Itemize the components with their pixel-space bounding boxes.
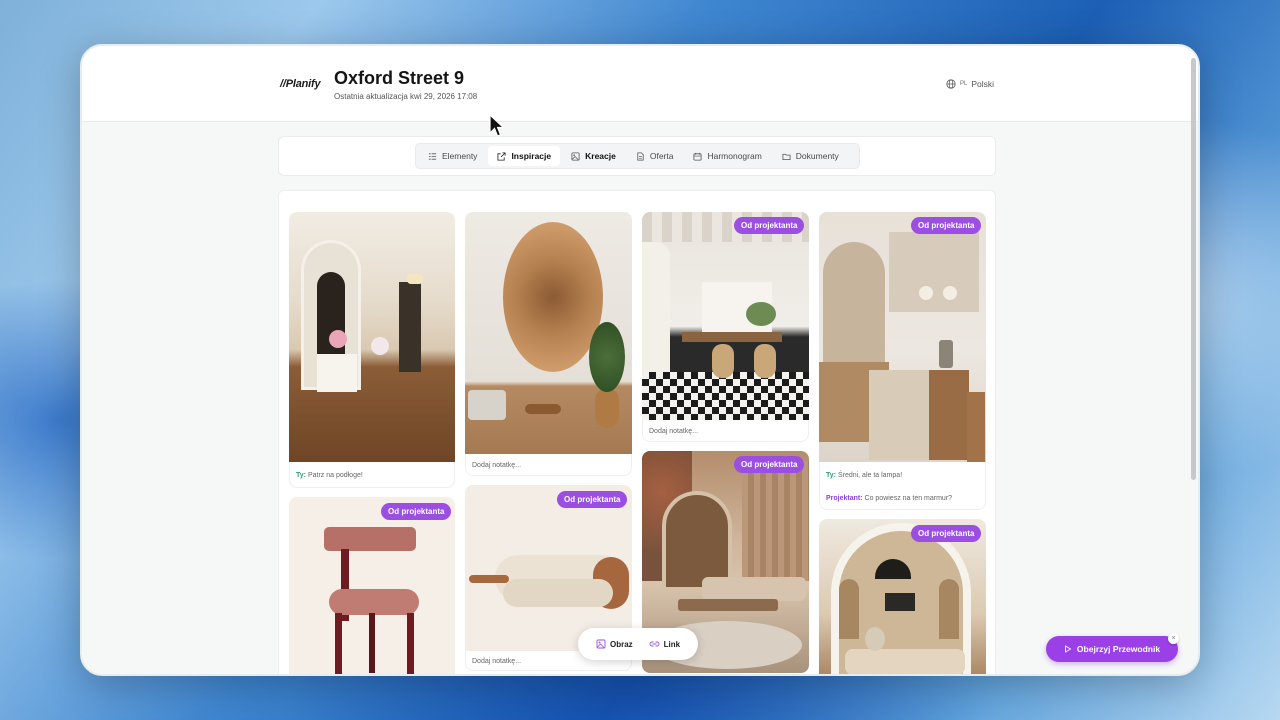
- note-text: Ty: Patrz na podłoge!: [296, 472, 363, 479]
- tab-harmonogram[interactable]: Harmonogram: [684, 146, 770, 166]
- tab-label: Kreacje: [585, 151, 616, 161]
- add-inspiration-bar: Obraz Link: [578, 628, 698, 660]
- inspiration-card-hallway[interactable]: Ty: Patrz na podłoge!: [289, 212, 455, 488]
- note-content: Co powiesz na ten marmur?: [864, 495, 953, 502]
- you-prefix: Ty:: [826, 472, 836, 479]
- inspiration-card-chair[interactable]: Od projektanta: [289, 497, 455, 674]
- mouse-cursor-icon: [489, 114, 505, 137]
- calendar-icon: [693, 152, 702, 161]
- designer-note-text: Projektant: Co powiesz na ten marmur?: [826, 495, 952, 502]
- hallway-image: [289, 212, 455, 462]
- document-icon: [637, 151, 644, 161]
- folder-icon: [782, 153, 791, 160]
- tab-oferta[interactable]: Oferta: [627, 146, 683, 166]
- inspiration-card-kitchen[interactable]: Ty: Średni, ale ta lampa! Projektant: Co…: [819, 212, 986, 510]
- guide-close-icon[interactable]: ×: [1168, 633, 1179, 644]
- sofa-image: [465, 485, 632, 651]
- play-icon: [1064, 645, 1072, 653]
- tab-label: Elementy: [442, 151, 478, 161]
- scrollbar[interactable]: [1191, 58, 1196, 480]
- add-note-field[interactable]: Dodaj notatkę...: [472, 658, 521, 665]
- inspiration-card-arch-living[interactable]: Od projektanta: [819, 519, 986, 674]
- add-link-label: Link: [663, 639, 681, 649]
- watch-guide-label: Obejrzyj Przewodnik: [1076, 644, 1161, 654]
- page-header: //Planify Oxford Street 9 Ostatnia aktua…: [82, 46, 1198, 122]
- last-updated: Ostatnia aktualizacja kwi 29, 2026 17:08: [334, 92, 478, 101]
- arch-living-image: [819, 519, 986, 674]
- list-icon: [428, 152, 437, 160]
- note-content: Średni, ale ta lampa!: [837, 472, 903, 479]
- designer-badge: Od projektanta: [911, 525, 982, 542]
- tab-label: Inspiracje: [511, 151, 552, 161]
- tab-elementy[interactable]: Elementy: [419, 146, 486, 166]
- project-title: Oxford Street 9: [334, 68, 465, 88]
- tab-dokumenty[interactable]: Dokumenty: [773, 146, 848, 166]
- you-prefix: Ty:: [296, 472, 306, 479]
- chair-image: [289, 497, 455, 674]
- tab-label: Oferta: [649, 151, 674, 161]
- kitchen-image: [819, 212, 986, 462]
- note-content: Patrz na podłoge!: [307, 472, 363, 479]
- designer-badge: Od projektanta: [381, 503, 452, 520]
- note-text: Ty: Średni, ale ta lampa!: [826, 472, 902, 479]
- tab-bar: Elementy Inspiracje Kreacje Oferta Harmo…: [415, 143, 860, 169]
- add-note-field[interactable]: Dodaj notatkę...: [649, 428, 698, 435]
- planify-logo[interactable]: //Planify: [280, 78, 321, 90]
- app-window: //Planify Oxford Street 9 Ostatnia aktua…: [80, 44, 1200, 676]
- language-label: Polski: [971, 79, 995, 89]
- add-link-button[interactable]: Link: [649, 639, 680, 649]
- dining-image: [642, 212, 809, 420]
- designer-badge: Od projektanta: [911, 217, 982, 234]
- external-link-icon: [497, 151, 506, 161]
- globe-icon: [946, 79, 956, 89]
- add-image-button[interactable]: Obraz: [596, 639, 633, 649]
- language-code: PL: [960, 81, 968, 87]
- tabs-card: Elementy Inspiracje Kreacje Oferta Harmo…: [278, 136, 996, 176]
- add-image-label: Obraz: [609, 639, 633, 649]
- designer-badge: Od projektanta: [734, 456, 805, 473]
- note-box: [819, 462, 986, 510]
- tab-kreacje[interactable]: Kreacje: [562, 146, 625, 166]
- tab-inspiracje[interactable]: Inspiracje: [488, 146, 561, 166]
- watch-guide-button[interactable]: Obejrzyj Przewodnik: [1046, 636, 1178, 662]
- image-icon: [596, 639, 606, 649]
- link-icon: [649, 641, 660, 647]
- designer-prefix: Projektant:: [826, 495, 863, 502]
- tab-label: Harmonogram: [707, 151, 762, 161]
- logo-text: Planify: [285, 78, 321, 90]
- language-selector[interactable]: PL Polski: [946, 79, 994, 89]
- designer-badge: Od projektanta: [734, 217, 805, 234]
- inspiration-card-wall-art[interactable]: Dodaj notatkę...: [465, 212, 632, 476]
- inspirations-grid: Ty: Patrz na podłoge! Od projektanta Dod…: [278, 190, 996, 674]
- wall-art-image: [465, 212, 632, 454]
- designer-badge: Od projektanta: [557, 491, 628, 508]
- add-note-field[interactable]: Dodaj notatkę...: [472, 462, 521, 469]
- tab-label: Dokumenty: [795, 151, 839, 161]
- image-icon: [571, 151, 580, 161]
- inspiration-card-dining[interactable]: Dodaj notatkę... Od projektanta: [642, 212, 809, 442]
